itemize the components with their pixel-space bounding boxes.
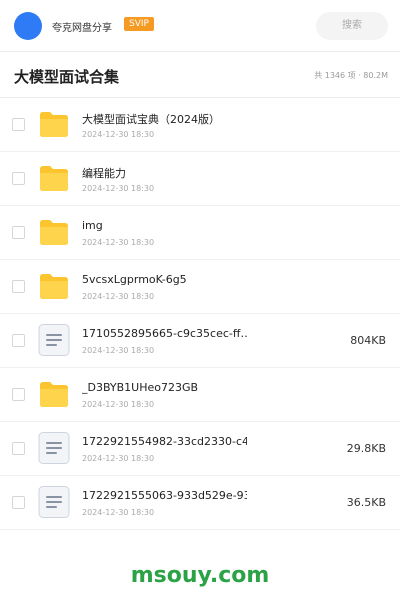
row-checkbox[interactable] [12, 334, 25, 347]
document-icon [38, 432, 70, 464]
file-date: 2024-12-30 18:30 [82, 400, 155, 409]
file-name: 1722921555063-933d529e-93… [82, 489, 247, 502]
watermark: msouy.com [130, 563, 270, 588]
app-name: 夸克网盘分享 [52, 23, 112, 34]
row-checkbox[interactable] [12, 118, 25, 131]
document-icon [38, 486, 70, 518]
row-checkbox[interactable] [12, 442, 25, 455]
file-name: _D3BYB1UHeo723GB [82, 381, 199, 394]
file-list: 大模型面试宝典（2024版） 2024-12-30 18:30 编程能力 2024-1… [0, 98, 400, 530]
row-checkbox[interactable] [12, 226, 25, 239]
row-checkbox[interactable] [12, 172, 25, 185]
file-size: 804KB [350, 334, 386, 347]
file-name: 5vcsxLgprmoK-6g5 [82, 273, 187, 286]
svip-badge: SVIP [124, 17, 154, 31]
file-date: 2024-12-30 18:30 [82, 508, 155, 517]
file-size: 36.5KB [346, 496, 386, 509]
file-date: 2024-12-30 18:30 [82, 130, 155, 139]
folder-icon [38, 270, 70, 302]
file-row[interactable]: 编程能力 2024-12-30 18:30 [0, 152, 400, 206]
file-date: 2024-12-30 18:30 [82, 238, 155, 247]
avatar[interactable] [14, 12, 42, 40]
file-row[interactable]: img 2024-12-30 18:30 [0, 206, 400, 260]
search-input[interactable]: 搜索 [316, 12, 388, 40]
file-name: 编程能力 [82, 167, 126, 180]
folder-icon [38, 378, 70, 410]
file-name: img [82, 219, 103, 232]
file-row[interactable]: 5vcsxLgprmoK-6g5 2024-12-30 18:30 [0, 260, 400, 314]
file-name: 1710552895665-c9c35cec-ff… [82, 327, 247, 340]
file-date: 2024-12-30 18:30 [82, 184, 155, 193]
file-date: 2024-12-30 18:30 [82, 346, 155, 355]
document-icon [38, 324, 70, 356]
folder-icon [38, 216, 70, 248]
file-row[interactable]: 1710552895665-c9c35cec-ff… 2024-12-30 18:… [0, 314, 400, 368]
file-row[interactable]: 1722921554982-33cd2330-c4… 2024-12-30 18:… [0, 422, 400, 476]
file-name: 1722921554982-33cd2330-c4… [82, 435, 247, 448]
file-row[interactable]: 1722921555063-933d529e-93… 2024-12-30 18:… [0, 476, 400, 530]
file-row[interactable]: _D3BYB1UHeo723GB 2024-12-30 18:30 [0, 368, 400, 422]
top-bar: 夸克网盘分享 SVIP 搜索 [0, 0, 400, 52]
folder-icon [38, 108, 70, 140]
row-checkbox[interactable] [12, 280, 25, 293]
file-date: 2024-12-30 18:30 [82, 292, 155, 301]
file-row[interactable]: 大模型面试宝典（2024版） 2024-12-30 18:30 [0, 98, 400, 152]
row-checkbox[interactable] [12, 388, 25, 401]
file-name: 大模型面试宝典（2024版） [82, 113, 220, 126]
file-size: 29.8KB [346, 442, 386, 455]
folder-header: 大模型面试合集 共 1346 项 · 80.2M [0, 52, 400, 98]
file-date: 2024-12-30 18:30 [82, 454, 155, 463]
folder-icon [38, 162, 70, 194]
page-title: 大模型面试合集 [14, 68, 120, 86]
folder-summary: 共 1346 项 · 80.2M [314, 71, 388, 80]
row-checkbox[interactable] [12, 496, 25, 509]
